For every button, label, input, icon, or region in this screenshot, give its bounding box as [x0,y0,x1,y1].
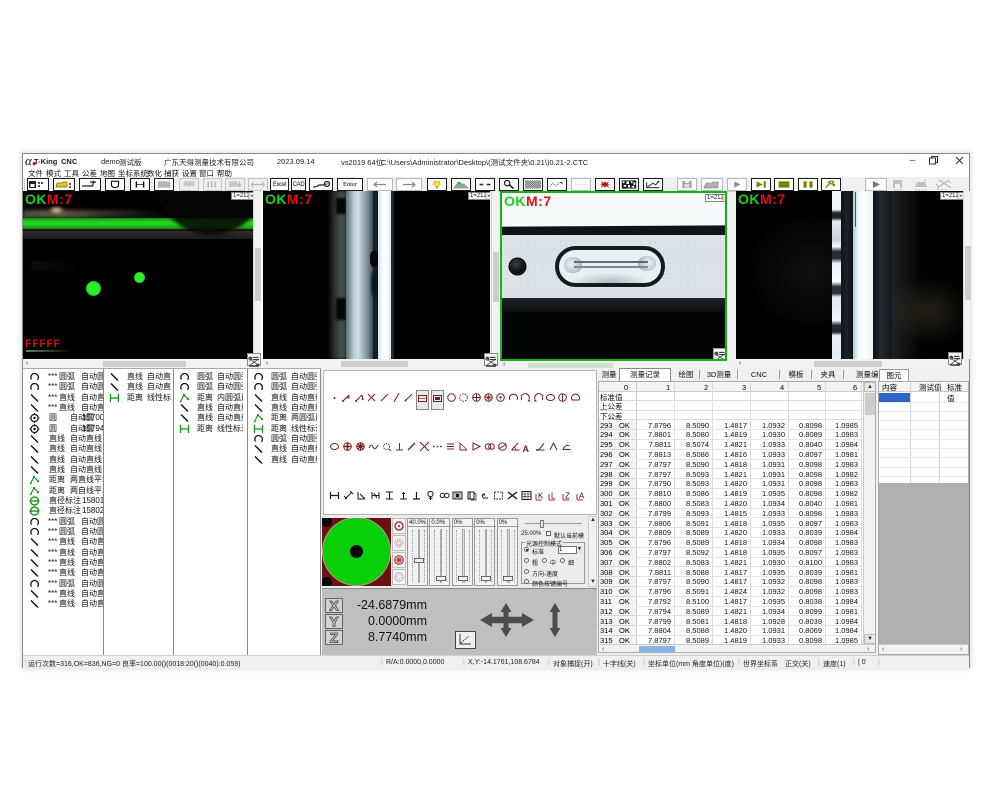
svg-text:Z: Z [565,492,570,501]
svg-text:X: X [329,599,339,612]
svg-text:Y: Y [329,615,339,628]
svg-text:L: L [551,492,556,501]
svg-text:Z: Z [330,631,339,644]
svg-text:A: A [579,492,585,501]
svg-text:K: K [538,492,544,501]
svg-text:α: α [25,155,33,166]
